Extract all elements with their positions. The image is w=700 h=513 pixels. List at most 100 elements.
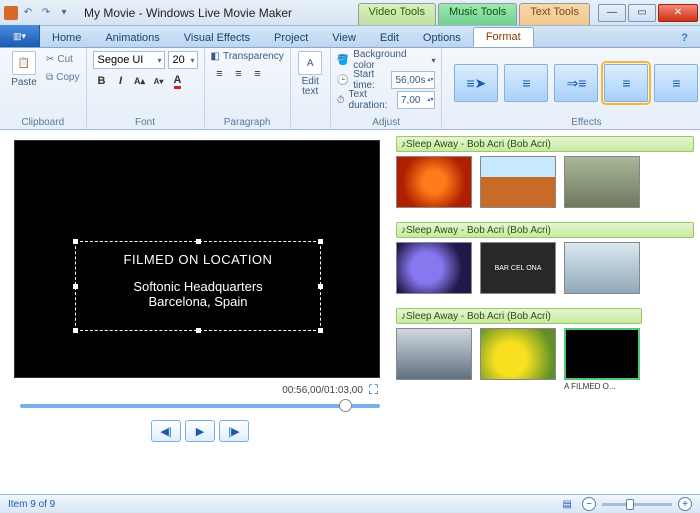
grow-font-button[interactable]: A▴ <box>131 72 149 90</box>
tab-visual-effects[interactable]: Visual Effects <box>172 29 262 47</box>
effect-item-2[interactable]: ≡ <box>504 64 548 102</box>
copy-icon: ⧉ <box>46 72 53 83</box>
audio-track-1[interactable]: ♪ Sleep Away - Bob Acri (Bob Acri) <box>396 136 694 152</box>
titlebar: ↶ ↷ ▾ My Movie - Windows Live Movie Make… <box>0 0 700 26</box>
tab-format[interactable]: Format <box>473 27 534 47</box>
start-time-input[interactable]: 56,00s <box>391 71 435 89</box>
cut-icon: ✂ <box>46 54 54 65</box>
group-label-paragraph: Paragraph <box>211 116 284 129</box>
effect-item-1[interactable]: ≡➤ <box>454 64 498 102</box>
window-title: My Movie - Windows Live Movie Maker <box>76 6 358 20</box>
audio-track-2[interactable]: ♪ Sleep Away - Bob Acri (Bob Acri) <box>396 222 694 238</box>
time-display: 00:56,00/01:03,00 ⛶ <box>14 378 386 398</box>
group-label-font: Font <box>93 116 198 129</box>
tab-animations[interactable]: Animations <box>93 29 171 47</box>
tab-home[interactable]: Home <box>40 29 93 47</box>
seek-thumb[interactable] <box>339 399 352 412</box>
zoom-control: − + <box>582 497 692 511</box>
next-frame-button[interactable]: |▶ <box>219 420 249 442</box>
play-button[interactable]: ▶ <box>185 420 215 442</box>
clip-group-1: ♪ Sleep Away - Bob Acri (Bob Acri) <box>396 136 694 208</box>
effects-gallery: ≡➤ ≡ ⇒≡ ≡ ≡ ▴▾▿ <box>448 51 700 115</box>
transport-controls: ◀| ▶ |▶ <box>14 420 386 442</box>
edit-text-label: Edit text <box>302 77 319 97</box>
preview-pane: FILMED ON LOCATION Softonic Headquarters… <box>0 130 394 494</box>
transparency-icon: ◧ <box>211 51 220 62</box>
text-edit-box[interactable]: FILMED ON LOCATION Softonic Headquarters… <box>75 241 321 331</box>
font-color-button[interactable]: A <box>169 72 187 90</box>
clip-group-3: ♪ Sleep Away - Bob Acri (Bob Acri) A FIL… <box>396 308 694 391</box>
cut-button[interactable]: ✂Cut <box>46 51 80 67</box>
effect-item-3[interactable]: ⇒≡ <box>554 64 598 102</box>
file-menu-button[interactable]: ▥▾ <box>0 25 40 47</box>
clip-softonic[interactable] <box>396 242 472 294</box>
group-paragraph: ◧Transparency ≡ ≡ ≡ Paragraph <box>205 48 291 129</box>
clip-tulips[interactable] <box>480 328 556 380</box>
close-button[interactable]: ✕ <box>658 4 698 22</box>
clip-flower[interactable] <box>396 156 472 208</box>
status-bar: Item 9 of 9 ▤ − + <box>0 494 700 513</box>
tab-options[interactable]: Options <box>411 29 473 47</box>
group-adjust: 🪣Background color▾ 🕒Start time:56,00s ⏱T… <box>331 48 443 129</box>
group-edit-text: A Edit text <box>291 48 331 129</box>
maximize-button[interactable]: ▭ <box>628 4 656 22</box>
tab-view[interactable]: View <box>320 29 368 47</box>
font-size-combo[interactable]: 20 <box>168 51 198 69</box>
tab-project[interactable]: Project <box>262 29 320 47</box>
clip-office[interactable] <box>564 242 640 294</box>
group-font: Segoe UI 20 B I A▴ A▾ A Font <box>87 48 205 129</box>
prev-frame-button[interactable]: ◀| <box>151 420 181 442</box>
clip-desert[interactable] <box>480 156 556 208</box>
align-right-button[interactable]: ≡ <box>249 65 267 83</box>
group-label-edit-text <box>297 127 324 129</box>
text-line-2: Softonic Headquarters <box>76 279 320 294</box>
zoom-thumb[interactable] <box>626 499 634 510</box>
quick-access-toolbar: ↶ ↷ ▾ <box>0 5 76 21</box>
tool-tab-music[interactable]: Music Tools <box>438 3 517 25</box>
copy-button[interactable]: ⧉Copy <box>46 69 80 85</box>
align-left-button[interactable]: ≡ <box>211 65 229 83</box>
transparency-button[interactable]: ◧Transparency <box>211 51 284 62</box>
paste-button[interactable]: 📋 Paste <box>6 51 42 88</box>
text-duration-label: Text duration: <box>349 89 393 111</box>
clip-computers[interactable] <box>396 328 472 380</box>
tool-tab-text[interactable]: Text Tools <box>519 3 590 25</box>
edit-text-button[interactable]: A Edit text <box>297 51 324 97</box>
font-family-combo[interactable]: Segoe UI <box>93 51 165 69</box>
italic-button[interactable]: I <box>112 72 130 90</box>
zoom-slider[interactable] <box>602 503 672 506</box>
tool-tab-video[interactable]: Video Tools <box>358 3 436 25</box>
minimize-button[interactable]: — <box>598 4 626 22</box>
redo-icon[interactable]: ↷ <box>38 5 54 21</box>
clip-koala[interactable] <box>564 156 640 208</box>
effect-item-5[interactable]: ≡ <box>654 64 698 102</box>
app-menu-icon[interactable] <box>4 6 18 20</box>
storyboard-pane[interactable]: ♪ Sleep Away - Bob Acri (Bob Acri) ♪ Sle… <box>394 130 700 494</box>
clip-title-card[interactable] <box>564 328 640 380</box>
align-center-button[interactable]: ≡ <box>230 65 248 83</box>
clip-bcn[interactable]: BAR CEL ONA <box>480 242 556 294</box>
bold-button[interactable]: B <box>93 72 111 90</box>
text-duration-input[interactable]: 7,00 <box>397 91 435 109</box>
contextual-tool-tabs: Video Tools Music Tools Text Tools <box>358 3 592 25</box>
tab-edit[interactable]: Edit <box>368 29 411 47</box>
zoom-in-button[interactable]: + <box>678 497 692 511</box>
shrink-font-button[interactable]: A▾ <box>150 72 168 90</box>
qat-dropdown-icon[interactable]: ▾ <box>56 5 72 21</box>
audio-track-3[interactable]: ♪ Sleep Away - Bob Acri (Bob Acri) <box>396 308 642 324</box>
paste-icon: 📋 <box>12 51 36 75</box>
background-color-button[interactable]: 🪣Background color▾ <box>337 51 436 69</box>
paste-label: Paste <box>11 77 37 88</box>
fullscreen-icon[interactable]: ⛶ <box>369 382 378 398</box>
ribbon-tabs: ▥▾ Home Animations Visual Effects Projec… <box>0 26 700 48</box>
undo-icon[interactable]: ↶ <box>20 5 36 21</box>
text-line-3: Barcelona, Spain <box>76 294 320 309</box>
bucket-icon: 🪣 <box>337 55 349 66</box>
preview-monitor[interactable]: FILMED ON LOCATION Softonic Headquarters… <box>14 140 380 378</box>
thumbnail-size-icon[interactable]: ▤ <box>563 499 572 510</box>
effect-item-4[interactable]: ≡ <box>604 64 648 102</box>
help-button[interactable]: ? <box>669 29 700 47</box>
zoom-out-button[interactable]: − <box>582 497 596 511</box>
window-controls: — ▭ ✕ <box>598 4 700 22</box>
seek-bar[interactable] <box>20 404 380 408</box>
